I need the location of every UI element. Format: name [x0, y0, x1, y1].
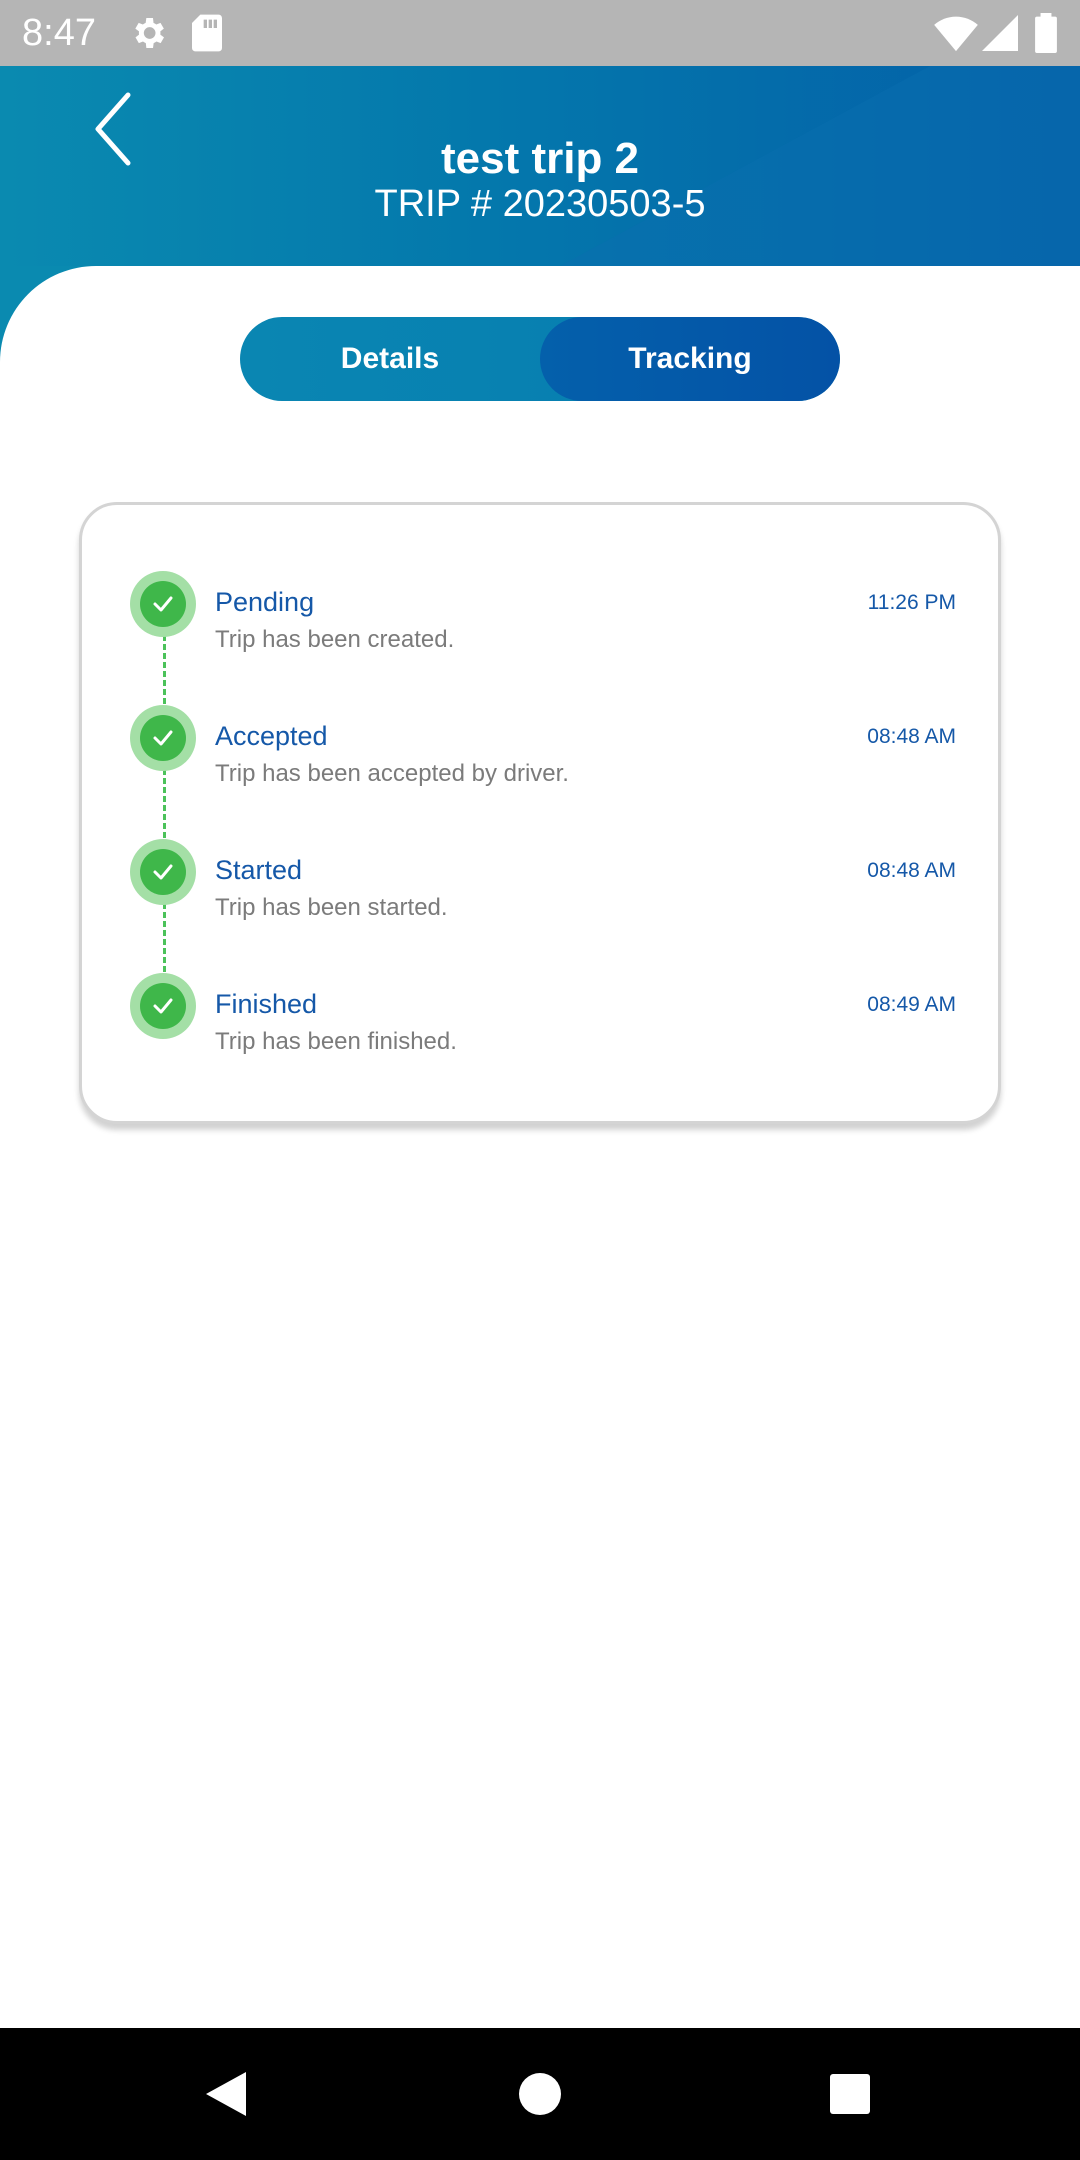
gear-icon: [128, 13, 168, 58]
check-circle-icon: [130, 839, 196, 905]
back-triangle-icon: [206, 2072, 246, 2116]
step-description: Trip has been created.: [215, 626, 455, 653]
header: test trip 2 TRIP # 20230503-5: [0, 66, 1080, 266]
tab-details[interactable]: Details: [240, 317, 540, 401]
page-title: test trip 2: [440, 134, 640, 183]
nav-recents-button[interactable]: [790, 2028, 910, 2160]
step-status: Accepted: [215, 721, 328, 751]
step-status: Pending: [215, 587, 315, 617]
step-status: Started: [215, 855, 303, 885]
tracking-step: Accepted 08:48 AM Trip has been accepted…: [82, 705, 1004, 805]
sd-card-icon: [190, 13, 224, 58]
step-description: Trip has been started.: [215, 894, 448, 921]
wifi-icon: [934, 13, 978, 58]
tracking-step: Pending 11:26 PM Trip has been created.: [82, 571, 1004, 671]
step-description: Trip has been finished.: [215, 1028, 457, 1055]
step-status: Finished: [215, 989, 318, 1019]
step-time: 11:26 PM: [867, 591, 956, 614]
tracking-card: Pending 11:26 PM Trip has been created. …: [79, 502, 1001, 1124]
check-circle-icon: [130, 973, 196, 1039]
tab-tracking[interactable]: Tracking: [540, 317, 840, 401]
status-time: 8:47: [22, 12, 96, 54]
trip-number: TRIP # 20230503-5: [374, 183, 706, 225]
nav-back-button[interactable]: [166, 2028, 286, 2160]
signal-icon: [982, 13, 1018, 58]
check-circle-icon: [130, 705, 196, 771]
recents-square-icon: [830, 2074, 870, 2114]
nav-home-button[interactable]: [480, 2028, 600, 2160]
segmented-tabs: Details Tracking: [240, 317, 840, 401]
system-nav-bar: [0, 2028, 1080, 2160]
check-circle-icon: [130, 571, 196, 637]
battery-icon: [1034, 13, 1058, 58]
tracking-step: Started 08:48 AM Trip has been started.: [82, 839, 1004, 939]
status-bar: 8:47: [0, 0, 1080, 66]
step-time: 08:48 AM: [867, 725, 956, 748]
step-time: 08:49 AM: [867, 993, 956, 1016]
step-time: 08:48 AM: [867, 859, 956, 882]
home-circle-icon: [519, 2073, 561, 2115]
step-description: Trip has been accepted by driver.: [215, 760, 569, 787]
tracking-step: Finished 08:49 AM Trip has been finished…: [82, 973, 1004, 1073]
